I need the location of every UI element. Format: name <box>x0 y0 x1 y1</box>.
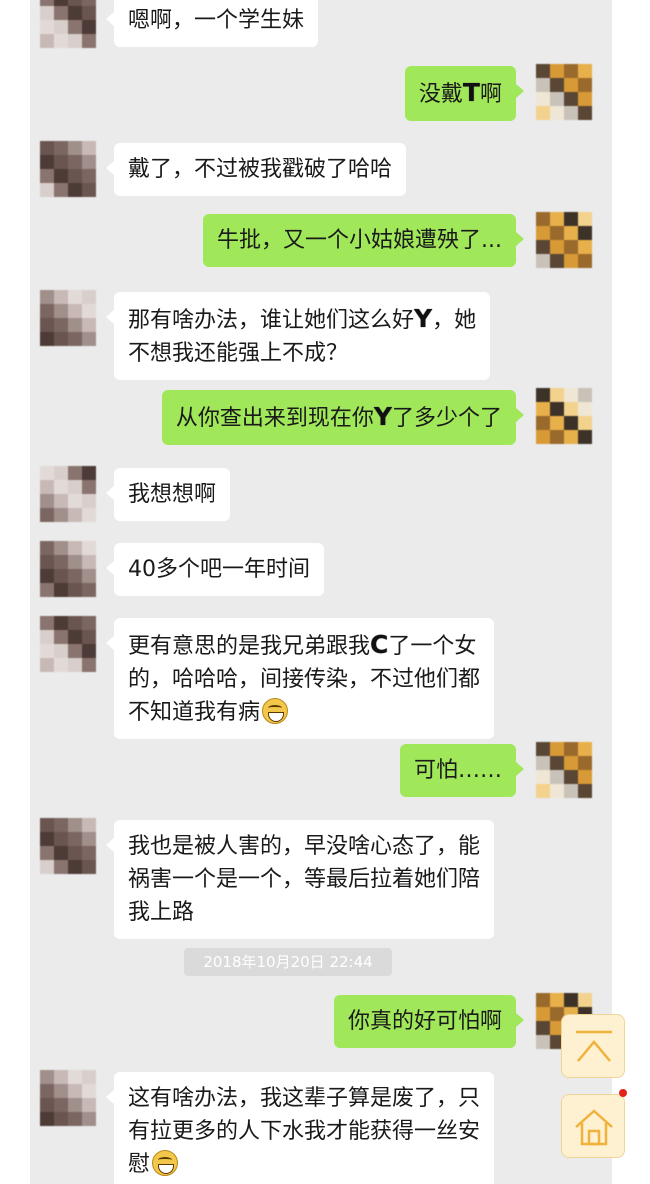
my-avatar[interactable] <box>536 64 592 120</box>
message-line: 没戴T啊 <box>419 76 502 111</box>
censored-letter: Y <box>414 304 433 333</box>
contact-avatar[interactable] <box>40 141 96 197</box>
message-text: 了一个女 <box>388 634 477 659</box>
received-message-bubble[interactable]: 更有意思的是我兄弟跟我C了一个女的，哈哈哈，间接传染，不过他们都 不知道我有病 <box>105 618 495 739</box>
message-line: 牛批，又一个小姑娘遭殃了... <box>217 224 502 257</box>
message-text: 戴了，不过被我戳破了哈哈 <box>128 157 393 182</box>
my-avatar[interactable] <box>536 742 592 798</box>
received-message-bubble[interactable]: 这有啥办法，我这辈子算是废了，只 有拉更多的人下水我才能获得一丝安慰 <box>105 1072 495 1184</box>
message-line: 那有啥办法，谁让她们这么好Y，她 <box>128 302 476 337</box>
received-message-bubble[interactable]: 戴了，不过被我戳破了哈哈 <box>105 143 407 196</box>
message-text: 了多少个了 <box>391 406 502 431</box>
sent-message-bubble[interactable]: 可怕…… <box>399 744 525 797</box>
received-message-bubble[interactable]: 40多个吧一年时间 <box>106 543 324 596</box>
message-text: 你真的好可怕啊 <box>347 1009 502 1034</box>
message-text: 更有意思的是我兄弟跟我 <box>128 634 371 659</box>
message-text: 40多个吧一年时间 <box>128 557 310 582</box>
contact-avatar[interactable] <box>40 818 96 874</box>
censored-letter: T <box>462 78 480 107</box>
chat-area[interactable]: 嗯啊，一个学生妹没戴T啊戴了，不过被我戳破了哈哈牛批，又一个小姑娘遭殃了... 那… <box>30 0 612 1184</box>
grin-emoji-icon <box>152 1150 179 1176</box>
message-text: 不想我还能强上不成？ <box>128 341 349 366</box>
received-message-bubble[interactable]: 嗯啊，一个学生妹 <box>105 0 319 47</box>
message-text: 牛批，又一个小姑娘遭殃了... <box>217 228 502 253</box>
sent-message-bubble[interactable]: 没戴T啊 <box>404 66 525 121</box>
message-text: 有拉更多的人下水我才能获得一丝安 <box>128 1119 481 1144</box>
message-line: 有拉更多的人下水我才能获得一丝安 <box>128 1115 480 1148</box>
message-line: 从你查出来到现在你Y了多少个了 <box>176 400 502 435</box>
contact-avatar[interactable] <box>40 466 96 522</box>
message-text: 不知道我有病 <box>128 700 261 725</box>
message-line: 我想想啊 <box>128 478 216 511</box>
home-icon <box>575 1109 613 1146</box>
received-message-bubble[interactable]: 那有啥办法，谁让她们这么好Y，她不想我还能强上不成？ <box>105 292 491 380</box>
message-line: 我也是被人害的，早没啥心态了，能 <box>128 830 480 863</box>
message-line: 的，哈哈哈，间接传染，不过他们都 <box>128 663 480 696</box>
screenshot: 嗯啊，一个学生妹没戴T啊戴了，不过被我戳破了哈哈牛批，又一个小姑娘遭殃了... 那… <box>0 0 650 1184</box>
message-line: 你真的好可怕啊 <box>348 1005 502 1038</box>
message-line: 不知道我有病 <box>128 696 480 729</box>
sent-message-bubble[interactable]: 牛批，又一个小姑娘遭殃了... <box>203 214 524 267</box>
message-text: 那有啥办法，谁让她们这么好 <box>128 308 415 333</box>
contact-avatar[interactable] <box>40 290 96 346</box>
message-text: 的，哈哈哈，间接传染，不过他们都 <box>128 667 481 692</box>
message-text: 慰 <box>128 1152 151 1177</box>
sent-message-bubble[interactable]: 从你查出来到现在你Y了多少个了 <box>161 390 525 445</box>
message-text: 我上路 <box>128 900 195 925</box>
my-avatar[interactable] <box>536 212 592 268</box>
back-to-top-button[interactable] <box>561 1014 625 1078</box>
message-text: 啊 <box>479 82 502 107</box>
message-text: 这有啥办法，我这辈子算是废了，只 <box>128 1086 481 1111</box>
received-message-bubble[interactable]: 我想想啊 <box>105 468 231 521</box>
message-line: 我上路 <box>128 896 480 929</box>
message-line: 这有啥办法，我这辈子算是废了，只 <box>128 1082 480 1115</box>
message-text: 嗯啊，一个学生妹 <box>128 8 305 33</box>
message-text: 从你查出来到现在你 <box>175 406 374 431</box>
received-message-bubble[interactable]: 我也是被人害的，早没啥心态了，能 祸害一个是一个，等最后拉着她们陪 我上路 <box>105 820 495 939</box>
censored-letter: C <box>370 630 389 659</box>
message-line: 不想我还能强上不成？ <box>128 337 476 370</box>
message-text: 我想想啊 <box>128 482 217 507</box>
sent-message-bubble[interactable]: 你真的好可怕啊 <box>333 995 525 1048</box>
contact-avatar[interactable] <box>40 0 96 48</box>
message-text: 没戴 <box>418 82 463 107</box>
message-text: 我也是被人害的，早没啥心态了，能 <box>128 834 481 859</box>
home-button[interactable] <box>561 1094 625 1158</box>
message-line: 40多个吧一年时间 <box>128 553 310 586</box>
contact-avatar[interactable] <box>40 1070 96 1126</box>
message-text: 可怕…… <box>413 758 502 783</box>
message-line: 嗯啊，一个学生妹 <box>128 4 304 37</box>
message-text: 祸害一个是一个，等最后拉着她们陪 <box>128 867 481 892</box>
contact-avatar[interactable] <box>40 616 96 672</box>
contact-avatar[interactable] <box>40 541 96 597</box>
back-to-top-icon <box>576 1030 612 1062</box>
notification-dot <box>619 1089 627 1097</box>
my-avatar[interactable] <box>536 388 592 444</box>
censored-letter: Y <box>373 402 392 431</box>
message-line: 更有意思的是我兄弟跟我C了一个女 <box>128 628 480 663</box>
message-text: ，她 <box>432 308 477 333</box>
message-line: 可怕…… <box>414 754 502 787</box>
timestamp: 2018年10月20日 22:44 <box>184 948 392 976</box>
grin-emoji-icon <box>262 698 289 724</box>
message-line: 戴了，不过被我戳破了哈哈 <box>128 153 392 186</box>
message-line: 慰 <box>128 1148 480 1181</box>
message-line: 祸害一个是一个，等最后拉着她们陪 <box>128 863 480 896</box>
